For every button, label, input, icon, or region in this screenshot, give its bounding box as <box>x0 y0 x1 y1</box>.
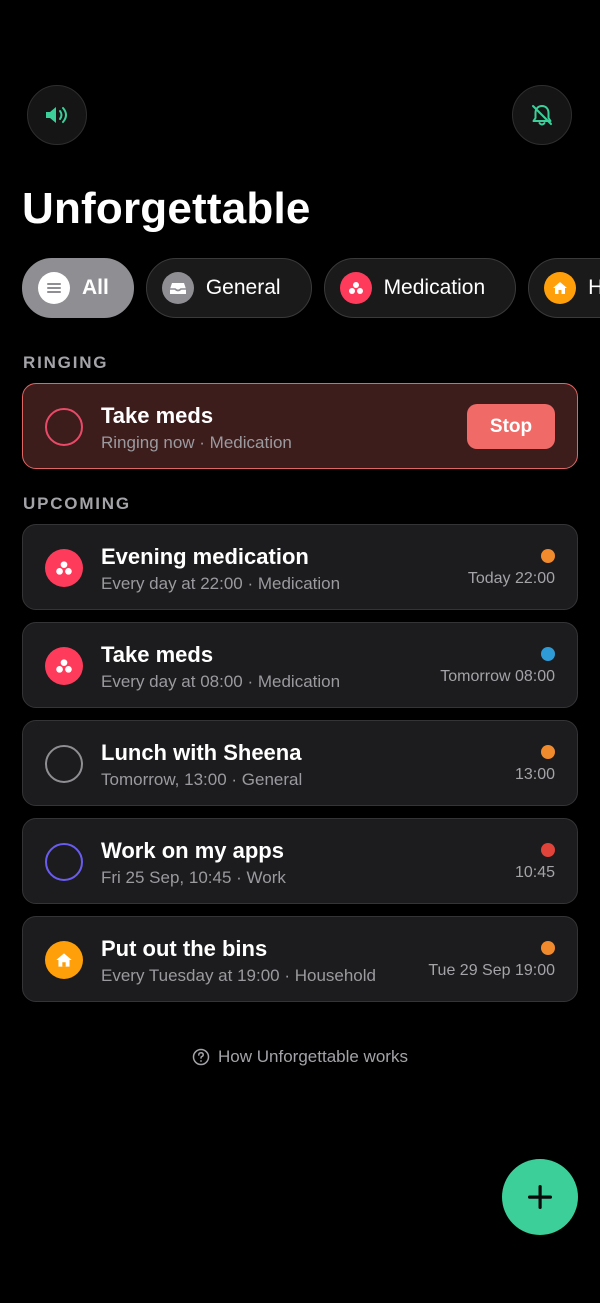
reminder-time: Tomorrow 08:00 <box>440 668 555 685</box>
circle-outline-icon[interactable] <box>45 745 83 783</box>
reminder-card-evening-medication[interactable]: Evening medication Every day at 22:00 · … <box>22 524 578 610</box>
sound-toggle-button[interactable] <box>27 85 87 145</box>
reminder-subtitle: Tomorrow, 13:00 · General <box>101 770 303 789</box>
notifications-toggle-button[interactable] <box>512 85 572 145</box>
reminder-title: Work on my apps <box>101 838 284 863</box>
page-title: Unforgettable <box>22 184 311 233</box>
list-icon <box>38 272 70 304</box>
category-filter-bar[interactable]: All General Medication H <box>22 258 600 318</box>
reminder-subtitle: Fri 25 Sep, 10:45 · Work <box>101 868 286 887</box>
add-reminder-button[interactable] <box>502 1159 578 1235</box>
pills-icon <box>339 272 372 304</box>
reminder-time: Tue 29 Sep 19:00 <box>428 962 555 979</box>
chip-all[interactable]: All <box>22 258 134 318</box>
reminder-time: 13:00 <box>514 766 555 783</box>
status-dot <box>541 941 555 955</box>
stop-button[interactable]: Stop <box>467 404 555 449</box>
reminder-subtitle: Every Tuesday at 19:00 · Household <box>101 966 376 985</box>
status-dot <box>541 843 555 857</box>
pills-icon <box>45 549 83 587</box>
reminder-title: Evening medication <box>101 544 309 569</box>
pills-icon <box>45 647 83 685</box>
house-icon <box>544 272 577 304</box>
chip-household[interactable]: Hou <box>528 258 600 318</box>
chip-label: General <box>205 276 281 299</box>
ringing-reminder-card[interactable]: Take meds Ringing now · Medication Stop <box>22 383 578 469</box>
chip-medication[interactable]: Medication <box>323 258 517 318</box>
section-title-ringing: RINGING <box>23 353 109 372</box>
chip-label: All <box>82 276 109 299</box>
section-title-upcoming: UPCOMING <box>23 494 131 513</box>
question-circle-icon <box>192 1048 210 1066</box>
status-dot <box>541 745 555 759</box>
bell-off-icon <box>532 105 552 126</box>
house-icon <box>45 941 83 979</box>
reminder-subtitle: Every day at 22:00 · Medication <box>101 574 341 593</box>
plus-icon <box>528 1185 552 1209</box>
reminder-card-put-out-the-bins[interactable]: Put out the bins Every Tuesday at 19:00 … <box>22 916 578 1002</box>
circle-outline-icon[interactable] <box>45 408 83 446</box>
reminder-card-take-meds[interactable]: Take meds Every day at 08:00 · Medicatio… <box>22 622 578 708</box>
reminder-card-work-on-my-apps[interactable]: Work on my apps Fri 25 Sep, 10:45 · Work… <box>22 818 578 904</box>
reminder-time: 10:45 <box>514 864 555 881</box>
reminder-title: Take meds <box>101 642 214 667</box>
reminder-title: Put out the bins <box>101 936 268 961</box>
reminder-title: Lunch with Sheena <box>101 740 302 765</box>
status-dot <box>541 549 555 563</box>
reminder-subtitle: Every day at 08:00 · Medication <box>101 672 341 691</box>
speaker-icon <box>46 107 67 123</box>
reminder-title: Take meds <box>101 403 214 428</box>
help-link-label: How Unforgettable works <box>218 1047 408 1066</box>
reminder-time: Today 22:00 <box>467 570 555 587</box>
reminder-subtitle: Ringing now · Medication <box>101 433 292 452</box>
reminder-card-lunch-with-sheena[interactable]: Lunch with Sheena Tomorrow, 13:00 · Gene… <box>22 720 578 806</box>
circle-outline-icon[interactable] <box>45 843 83 881</box>
chip-label: Medication <box>383 276 486 299</box>
chip-label: Hou <box>588 276 600 299</box>
tray-icon <box>161 272 194 304</box>
chip-general[interactable]: General <box>145 258 312 318</box>
how-it-works-link[interactable]: How Unforgettable works <box>0 1047 600 1067</box>
status-dot <box>541 647 555 661</box>
